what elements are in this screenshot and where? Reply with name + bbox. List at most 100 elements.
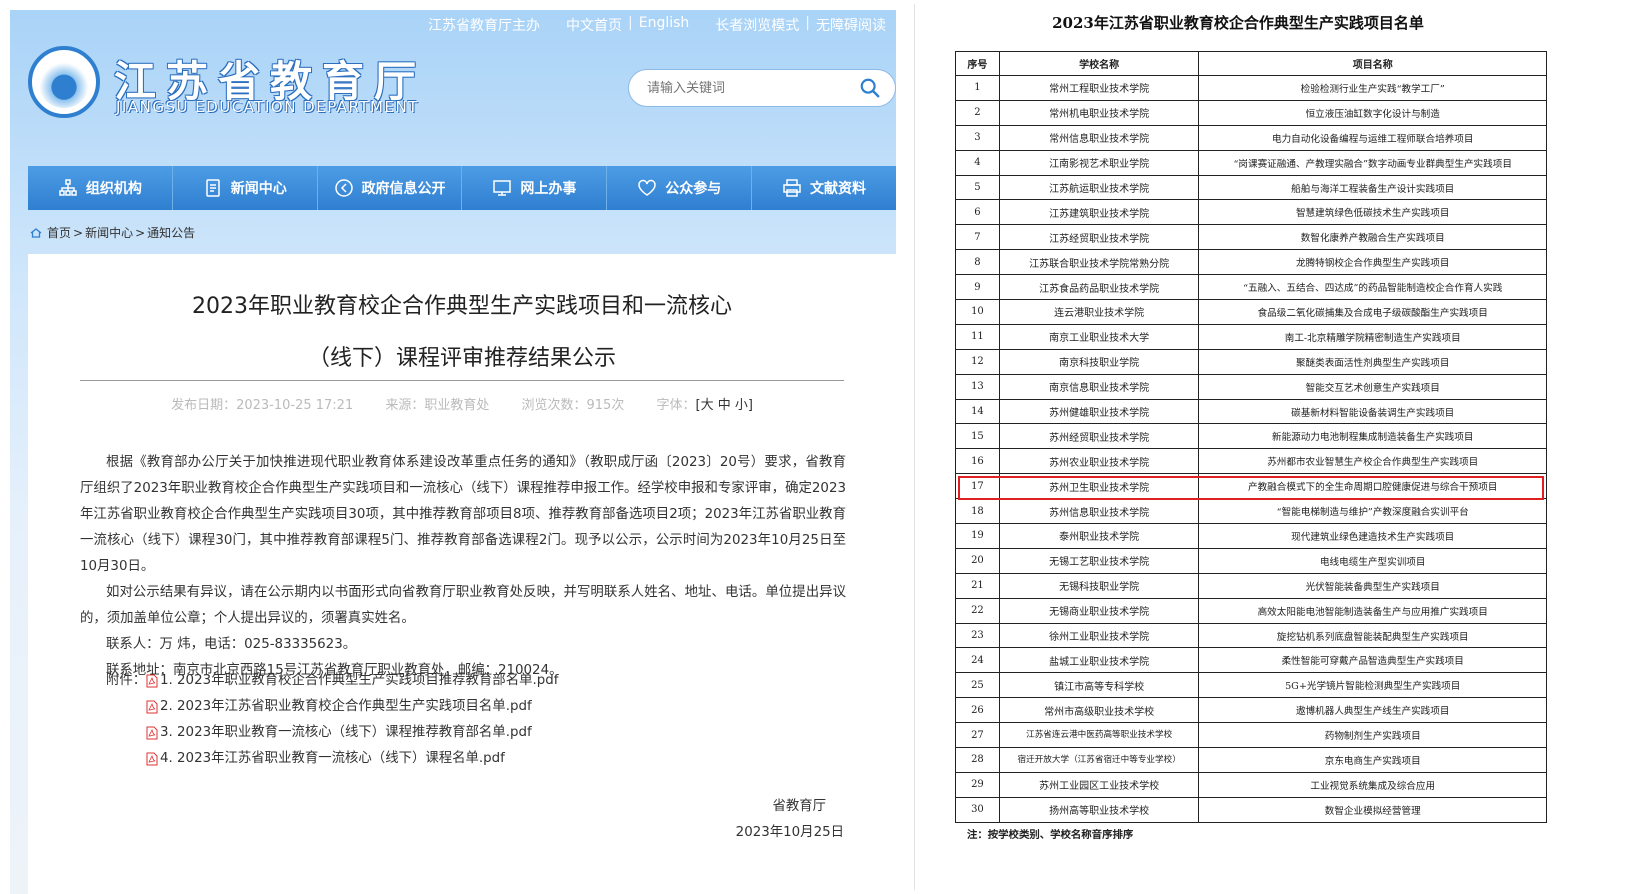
nav-item-organization[interactable]: 组织机构	[28, 166, 173, 210]
row-school: 盐城工业职业技术学院	[998, 647, 1200, 674]
site-logo[interactable]	[28, 46, 100, 118]
row-project: 药物制剂生产实践项目	[1198, 722, 1547, 749]
sign-date: 2023年10月25日	[735, 825, 844, 840]
nav-label: 文献资料	[810, 181, 867, 197]
table-row: 29 苏州工业园区工业技术学校 工业视觉系统集成及综合应用	[955, 771, 1547, 798]
header-index: 序号	[955, 51, 1000, 76]
row-index: 20	[955, 547, 1000, 574]
table-row: 17 苏州卫生职业技术学院 产教融合模式下的全生命周期口腔健康促进与综合干预项目	[955, 473, 1547, 500]
row-index: 18	[955, 498, 1000, 525]
top-link-accessibility[interactable]: 无障碍阅读	[816, 15, 886, 35]
row-index: 6	[955, 199, 1000, 226]
view-count: 浏览次数：915次	[521, 398, 625, 413]
row-index: 4	[955, 149, 1000, 176]
paragraph: 根据《教育部办公厅关于加快推进现代职业教育体系建设改革重点任务的通知》（教职成厅…	[80, 455, 846, 574]
document-icon	[205, 179, 220, 197]
header-school: 学校名称	[998, 51, 1200, 76]
row-project: 高效太阳能电池智能制造装备生产与应用推广实践项目	[1198, 597, 1547, 624]
top-link-home[interactable]: 中文首页	[566, 15, 622, 35]
nav-item-public-participation[interactable]: 公众参与	[607, 166, 753, 210]
row-index: 15	[955, 423, 1000, 450]
attachment-link[interactable]: 3. 2023年职业教育一流核心（线下）课程推荐教育部名单.pdf	[160, 720, 532, 746]
table-row: 10 连云港职业技术学院 食品级二氧化碳捕集及合成电子级碳酸酯生产实践项目	[955, 299, 1547, 325]
table-row: 18 苏州信息职业技术学院 “智能电梯制造与维护”产教深度融合实训平台	[955, 498, 1547, 525]
row-school: 无锡商业职业技术学院	[998, 597, 1200, 624]
article-meta: 发布日期：2023-10-25 17:21 来源：职业教育处 浏览次数：915次…	[28, 394, 896, 413]
row-school: 苏州工业园区工业技术学校	[998, 771, 1200, 798]
monitor-icon	[493, 180, 512, 196]
row-project: 工业视觉系统集成及综合应用	[1198, 771, 1547, 798]
breadcrumb-separator: >	[135, 225, 146, 240]
breadcrumb-home[interactable]: 首页	[47, 224, 71, 241]
table-row: 12 南京科技职业学院 聚醚类表面活性剂典型生产实践项目	[955, 348, 1547, 375]
row-school: 常州市高级职业技术学校	[998, 697, 1200, 724]
row-project: 5G+光学镜片智能检测典型生产实践项目	[1198, 672, 1547, 699]
row-school: 扬州高等职业技术学校	[998, 796, 1200, 823]
breadcrumb-notice[interactable]: 通知公告	[147, 224, 195, 241]
table-row: 4 江南影视艺术职业学院 “岗课赛证融通、产教理实融合”数字动画专业群典型生产实践项…	[955, 149, 1547, 176]
table-row: 13 南京信息职业技术学院 智能交互艺术创意生产实践项目	[955, 373, 1547, 400]
attachment-row: 2. 2023年江苏省职业教育校企合作典型生产实践项目名单.pdf	[106, 694, 558, 720]
search-input[interactable]	[647, 78, 847, 98]
table-row: 26 常州市高级职业技术学校 遨博机器人典型生产线生产实践项目	[955, 697, 1547, 724]
attachment-link[interactable]: 2. 2023年江苏省职业教育校企合作典型生产实践项目名单.pdf	[160, 694, 532, 720]
row-index: 12	[955, 348, 1000, 375]
document-panel: 2023年江苏省职业教育校企合作典型生产实践项目名单 序号 学校名称 项目名称 …	[914, 4, 1560, 890]
row-school: 苏州健雄职业技术学院	[998, 398, 1200, 425]
row-school: 连云港职业技术学院	[998, 299, 1200, 325]
row-index: 16	[955, 448, 1000, 475]
top-link-english[interactable]: English	[639, 15, 690, 35]
row-school: 江苏联合职业技术学院常熟分院	[998, 249, 1200, 276]
table-row: 25 镇江市高等专科学校 5G+光学镜片智能检测典型生产实践项目	[955, 672, 1547, 699]
nav-item-documents[interactable]: 文献资料	[752, 166, 896, 210]
table-row: 9 江苏食品药品职业技术学院 “五融入、五结合、四达成”的药品智能制造校企合作育人实…	[955, 274, 1547, 301]
row-school: 江苏建筑职业技术学院	[998, 199, 1200, 226]
nav-label: 政府信息公开	[361, 181, 446, 197]
table-row: 11 南京工业职业技术大学 南工-北京精雕学院精密制造生产实践项目	[955, 323, 1547, 350]
top-link-elderly-mode[interactable]: 长者浏览模式	[715, 15, 799, 35]
top-link-host: 江苏省教育厅主办	[428, 18, 540, 34]
search-icon[interactable]	[859, 77, 881, 99]
row-project: 智能交互艺术创意生产实践项目	[1198, 373, 1547, 400]
table-row: 8 江苏联合职业技术学院常熟分院 龙腾特钢校企合作典型生产实践项目	[955, 249, 1547, 276]
table-row: 2 常州机电职业技术学院 恒立液压油缸数字化设计与制造	[955, 99, 1547, 126]
document-title: 2023年江苏省职业教育校企合作典型生产实践项目名单	[1052, 14, 1424, 32]
font-size-label: 字体：	[656, 398, 696, 413]
font-size-control: 字体：[大 中 小]	[656, 398, 752, 413]
nav-item-gov-info[interactable]: 政府信息公开	[318, 166, 463, 210]
row-school: 无锡科技职业学院	[998, 572, 1200, 599]
attachment-row: 3. 2023年职业教育一流核心（线下）课程推荐教育部名单.pdf	[106, 720, 558, 746]
heart-icon	[638, 179, 656, 196]
table-row: 3 常州信息职业技术学院 电力自动化设备编程与运维工程师联合培养项目	[955, 124, 1547, 151]
org-chart-icon	[59, 179, 77, 196]
table-row: 6 江苏建筑职业技术学院 智慧建筑绿色低碳技术生产实践项目	[955, 199, 1547, 226]
row-index: 24	[955, 647, 1000, 674]
breadcrumb: 首页 > 新闻中心 > 通知公告	[30, 224, 195, 241]
attachment-link[interactable]: 4. 2023年江苏省职业教育一流核心（线下）课程名单.pdf	[160, 746, 505, 772]
home-icon	[30, 227, 42, 238]
row-school: 江苏经贸职业技术学院	[998, 224, 1200, 251]
row-project: “五融入、五结合、四达成”的药品智能制造校企合作育人实践	[1198, 274, 1547, 301]
nav-label: 网上办事	[520, 181, 577, 197]
project-table: 序号 学校名称 项目名称 1 常州工程职业技术学院 检验检测行业生产实践“教学工厂”…	[955, 51, 1547, 823]
row-index: 10	[955, 299, 1000, 325]
top-links: 江苏省教育厅主办 中文首页 | English 长者浏览模式 | 无障碍阅读	[422, 15, 886, 35]
nav-item-news[interactable]: 新闻中心	[173, 166, 318, 210]
table-row: 30 扬州高等职业技术学校 数智企业模拟经营管理	[955, 796, 1547, 823]
paragraph: 联系人：万 炜，电话：025-83335623。	[106, 637, 357, 652]
nav-item-online-service[interactable]: 网上办事	[462, 166, 608, 210]
breadcrumb-separator: >	[73, 225, 84, 240]
top-links-divider: |	[628, 15, 633, 31]
breadcrumb-news[interactable]: 新闻中心	[85, 224, 133, 241]
source: 来源：职业教育处	[385, 398, 490, 413]
row-school: 苏州经贸职业技术学院	[998, 423, 1200, 450]
row-school: 常州工程职业技术学院	[998, 75, 1200, 101]
row-index: 26	[955, 697, 1000, 724]
circle-play-icon	[334, 179, 353, 197]
table-row: 14 苏州健雄职业技术学院 碳基新材料智能设备装调生产实践项目	[955, 398, 1547, 425]
row-index: 5	[955, 174, 1000, 201]
row-school: 苏州卫生职业技术学院	[998, 473, 1200, 500]
font-size-options[interactable]: [大 中 小]	[696, 398, 753, 413]
row-project: 船舶与海洋工程装备生产设计实践项目	[1198, 174, 1547, 201]
attachment-link[interactable]: 1. 2023年职业教育校企合作典型生产实践项目推荐教育部名单.pdf	[160, 668, 558, 694]
